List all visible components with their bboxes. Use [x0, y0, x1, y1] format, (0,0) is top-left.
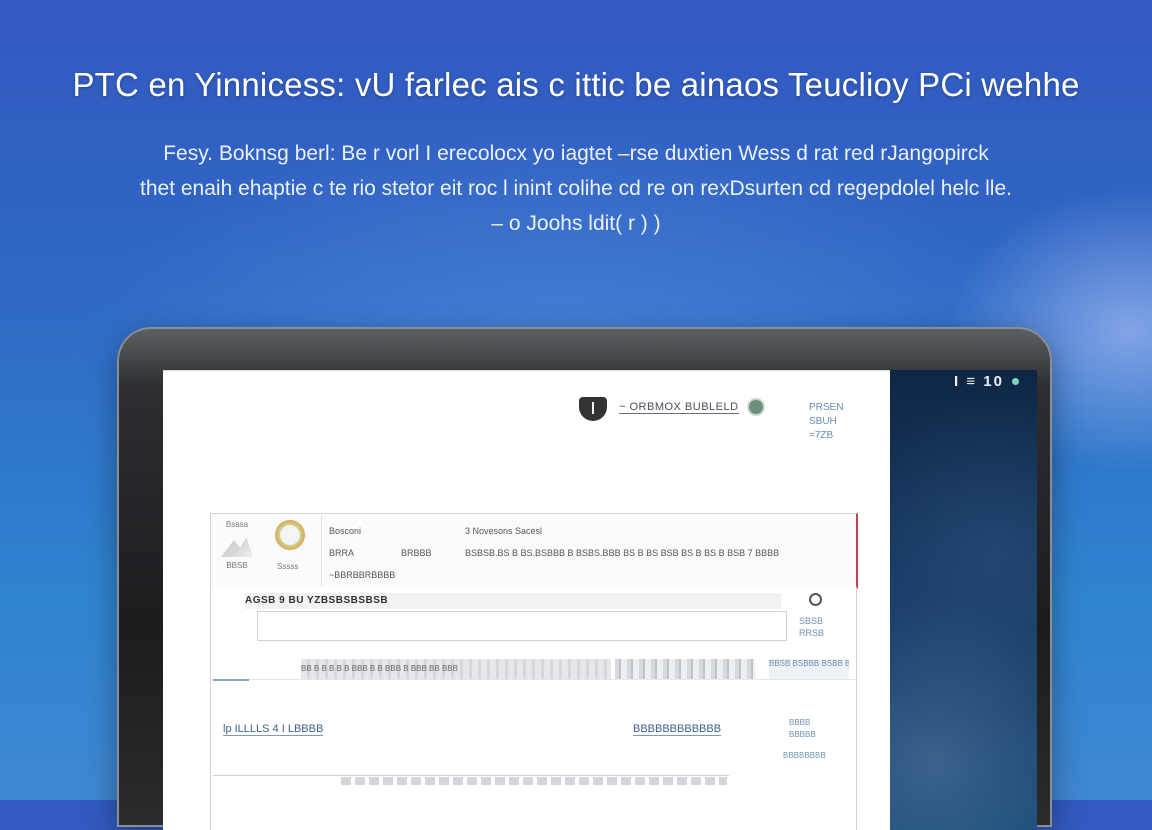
shield-icon[interactable]	[579, 397, 607, 421]
content-panel: AGSB 9 BU YZBSBSBSBSB SBSB RRSB BB B B B…	[210, 587, 857, 830]
link-side: BBBB BBBBB	[789, 717, 816, 741]
text-field[interactable]	[257, 611, 787, 641]
side-note: SBSB RRSB	[799, 615, 824, 639]
thumbnail-caption: BBSB	[226, 561, 248, 570]
thumbnail-label: Bsasa	[225, 520, 249, 529]
profile-column-2: BRBBB	[401, 542, 432, 564]
status-indicator-icon	[1012, 377, 1019, 385]
wallpaper	[890, 370, 1037, 830]
page-header: ~ ORBMOX BUBLELD PRSEN SBUH =7ZB	[163, 371, 890, 441]
header-meta-line-2: SBUH	[809, 416, 837, 427]
footer-strip	[341, 777, 727, 785]
profile-column-3-row-1: BSBSB.BS B BS.BSBBB B BSBS.BBB BS B BS B…	[465, 548, 780, 558]
strip-divider-accent	[213, 679, 249, 681]
profile-column-2-row-1: BRBBB	[401, 548, 432, 558]
hero-title: PTC en Yinnicess: vU farlec ais c ittic …	[72, 66, 1080, 103]
link-right[interactable]: BBBBBBBBBBBB	[633, 723, 722, 736]
profile-column-1-row-1: BRRA	[329, 548, 355, 558]
profile-column-1-title: Bosconi	[329, 526, 362, 536]
link-left[interactable]: lp ILLLLS 4 I LBBBB	[223, 723, 324, 736]
header-link[interactable]: ~ ORBMOX BUBLELD	[619, 401, 739, 414]
profile-column-3: 3 Novesons Sacesl BSBSB.BS B BS.BSBBB B …	[465, 520, 779, 564]
avatar-label: Sssss	[277, 562, 299, 571]
side-note-line-1: SBSB	[799, 616, 824, 626]
profile-column-1: Bosconi BRRA ~BBRBBRBBBB	[329, 520, 395, 586]
profile-divider	[321, 514, 322, 588]
side-note-line-2: RRSB	[799, 628, 825, 638]
device-screen: I ≡ 10 ~ ORBMOX BUBLELD PRSEN SBUH =7ZB …	[163, 370, 1037, 830]
status-bar: I ≡ 10	[954, 370, 1019, 392]
data-strip: BB B B B B B BBB B B BBB B BBB BB BBB	[301, 659, 611, 679]
footer-side-text: BBBBBBBB	[783, 751, 826, 760]
header-badge-icon[interactable]	[749, 400, 763, 414]
radio-icon[interactable]	[809, 593, 822, 606]
hero-subtitle: Fesy. Boknsg berl: Be r vorl I erecolocx…	[60, 136, 1092, 241]
data-strip-side: BBSB BSBBB BSBB BSBBB	[769, 659, 849, 679]
hero-subtitle-line-2: thet enaih ehaptie c te rio stetor eit r…	[140, 177, 1012, 200]
profile-column-1-row-2: ~BBRBBRBBBB	[329, 570, 396, 580]
header-meta-line-1: PRSEN	[809, 402, 844, 413]
link-side-line-2: BBBBB	[789, 730, 816, 739]
row-divider	[213, 763, 729, 776]
hero-subtitle-line-3: – o Joohs ldit( r ) )	[491, 212, 661, 235]
data-strip-secondary	[615, 659, 755, 679]
device-frame: I ≡ 10 ~ ORBMOX BUBLELD PRSEN SBUH =7ZB …	[117, 327, 1052, 830]
profile-column-3-title: 3 Novesons Sacesl	[465, 526, 543, 536]
status-text: I ≡ 10	[954, 372, 1004, 390]
section-heading: AGSB 9 BU YZBSBSBSBSB	[245, 595, 389, 606]
header-meta: PRSEN SBUH =7ZB	[809, 401, 843, 443]
profile-card: Bsasa BBSB Sssss Bosconi BRRA ~BBRBBRBBB…	[210, 513, 858, 589]
browser-page[interactable]: ~ ORBMOX BUBLELD PRSEN SBUH =7ZB Bsasa B…	[163, 370, 890, 830]
profile-thumbnail[interactable]: Bsasa BBSB	[217, 520, 257, 576]
avatar[interactable]	[275, 520, 305, 550]
strip-divider	[211, 679, 856, 680]
header-meta-line-3: =7ZB	[809, 430, 834, 441]
hero-subtitle-line-1: Fesy. Boknsg berl: Be r vorl I erecolocx…	[163, 142, 989, 165]
image-icon	[221, 537, 253, 557]
link-side-line-1: BBBB	[789, 718, 811, 727]
